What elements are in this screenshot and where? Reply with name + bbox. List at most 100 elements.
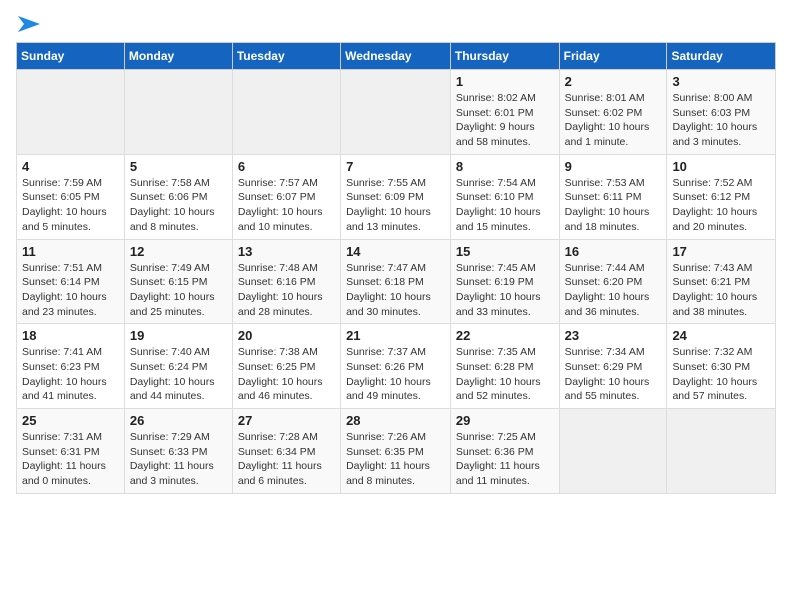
day-number: 8 [456, 159, 554, 174]
calendar-cell: 6 Sunrise: 7:57 AMSunset: 6:07 PMDaylight… [232, 154, 340, 239]
day-info: Sunrise: 8:01 AMSunset: 6:02 PMDaylight:… [565, 91, 662, 150]
column-header-monday: Monday [124, 43, 232, 70]
day-info: Sunrise: 7:59 AMSunset: 6:05 PMDaylight:… [22, 176, 119, 235]
day-info: Sunrise: 7:52 AMSunset: 6:12 PMDaylight:… [672, 176, 770, 235]
logo-arrow-icon [18, 16, 40, 32]
calendar-cell: 29 Sunrise: 7:25 AMSunset: 6:36 PMDayligh… [450, 409, 559, 494]
day-number: 29 [456, 413, 554, 428]
day-number: 1 [456, 74, 554, 89]
day-number: 15 [456, 244, 554, 259]
calendar-cell: 7 Sunrise: 7:55 AMSunset: 6:09 PMDaylight… [341, 154, 451, 239]
day-info: Sunrise: 7:35 AMSunset: 6:28 PMDaylight:… [456, 345, 554, 404]
day-info: Sunrise: 7:37 AMSunset: 6:26 PMDaylight:… [346, 345, 445, 404]
calendar-cell: 5 Sunrise: 7:58 AMSunset: 6:06 PMDaylight… [124, 154, 232, 239]
day-number: 27 [238, 413, 335, 428]
day-info: Sunrise: 7:29 AMSunset: 6:33 PMDaylight:… [130, 430, 227, 489]
calendar-cell: 16 Sunrise: 7:44 AMSunset: 6:20 PMDayligh… [559, 239, 667, 324]
day-info: Sunrise: 8:00 AMSunset: 6:03 PMDaylight:… [672, 91, 770, 150]
calendar-cell: 1 Sunrise: 8:02 AMSunset: 6:01 PMDaylight… [450, 70, 559, 155]
column-header-wednesday: Wednesday [341, 43, 451, 70]
day-number: 21 [346, 328, 445, 343]
calendar-cell [124, 70, 232, 155]
calendar-cell [559, 409, 667, 494]
day-number: 26 [130, 413, 227, 428]
calendar-cell: 13 Sunrise: 7:48 AMSunset: 6:16 PMDayligh… [232, 239, 340, 324]
calendar-cell: 10 Sunrise: 7:52 AMSunset: 6:12 PMDayligh… [667, 154, 776, 239]
calendar-cell: 15 Sunrise: 7:45 AMSunset: 6:19 PMDayligh… [450, 239, 559, 324]
calendar-cell: 9 Sunrise: 7:53 AMSunset: 6:11 PMDaylight… [559, 154, 667, 239]
calendar-week-5: 25 Sunrise: 7:31 AMSunset: 6:31 PMDayligh… [17, 409, 776, 494]
column-header-saturday: Saturday [667, 43, 776, 70]
day-number: 16 [565, 244, 662, 259]
day-info: Sunrise: 7:26 AMSunset: 6:35 PMDaylight:… [346, 430, 445, 489]
calendar-cell: 19 Sunrise: 7:40 AMSunset: 6:24 PMDayligh… [124, 324, 232, 409]
column-header-sunday: Sunday [17, 43, 125, 70]
calendar-cell: 8Sunrise: 7:54 AMSunset: 6:10 PMDaylight… [450, 154, 559, 239]
calendar-cell: 2 Sunrise: 8:01 AMSunset: 6:02 PMDaylight… [559, 70, 667, 155]
calendar-cell: 4 Sunrise: 7:59 AMSunset: 6:05 PMDaylight… [17, 154, 125, 239]
day-number: 25 [22, 413, 119, 428]
calendar-table: SundayMondayTuesdayWednesdayThursdayFrid… [16, 42, 776, 494]
day-number: 3 [672, 74, 770, 89]
header-row: SundayMondayTuesdayWednesdayThursdayFrid… [17, 43, 776, 70]
column-header-thursday: Thursday [450, 43, 559, 70]
day-number: 11 [22, 244, 119, 259]
day-info: Sunrise: 7:45 AMSunset: 6:19 PMDaylight:… [456, 261, 554, 320]
page-header [16, 16, 776, 32]
calendar-body: 1 Sunrise: 8:02 AMSunset: 6:01 PMDaylight… [17, 70, 776, 494]
calendar-week-1: 1 Sunrise: 8:02 AMSunset: 6:01 PMDaylight… [17, 70, 776, 155]
day-info: Sunrise: 7:51 AMSunset: 6:14 PMDaylight:… [22, 261, 119, 320]
calendar-cell [232, 70, 340, 155]
day-number: 19 [130, 328, 227, 343]
calendar-cell: 3 Sunrise: 8:00 AMSunset: 6:03 PMDaylight… [667, 70, 776, 155]
calendar-cell: 26 Sunrise: 7:29 AMSunset: 6:33 PMDayligh… [124, 409, 232, 494]
day-info: Sunrise: 7:32 AMSunset: 6:30 PMDaylight:… [672, 345, 770, 404]
calendar-cell [667, 409, 776, 494]
day-info: Sunrise: 7:57 AMSunset: 6:07 PMDaylight:… [238, 176, 335, 235]
day-info: Sunrise: 7:31 AMSunset: 6:31 PMDaylight:… [22, 430, 119, 489]
day-info: Sunrise: 7:25 AMSunset: 6:36 PMDaylight:… [456, 430, 554, 489]
day-number: 17 [672, 244, 770, 259]
calendar-cell: 14Sunrise: 7:47 AMSunset: 6:18 PMDayligh… [341, 239, 451, 324]
logo [16, 16, 40, 32]
day-number: 10 [672, 159, 770, 174]
day-number: 24 [672, 328, 770, 343]
day-info: Sunrise: 7:53 AMSunset: 6:11 PMDaylight:… [565, 176, 662, 235]
day-number: 12 [130, 244, 227, 259]
day-info: Sunrise: 7:41 AMSunset: 6:23 PMDaylight:… [22, 345, 119, 404]
day-number: 4 [22, 159, 119, 174]
day-info: Sunrise: 7:34 AMSunset: 6:29 PMDaylight:… [565, 345, 662, 404]
day-info: Sunrise: 7:38 AMSunset: 6:25 PMDaylight:… [238, 345, 335, 404]
day-info: Sunrise: 7:58 AMSunset: 6:06 PMDaylight:… [130, 176, 227, 235]
calendar-cell: 24 Sunrise: 7:32 AMSunset: 6:30 PMDayligh… [667, 324, 776, 409]
calendar-cell: 28 Sunrise: 7:26 AMSunset: 6:35 PMDayligh… [341, 409, 451, 494]
day-info: Sunrise: 7:28 AMSunset: 6:34 PMDaylight:… [238, 430, 335, 489]
calendar-week-2: 4 Sunrise: 7:59 AMSunset: 6:05 PMDaylight… [17, 154, 776, 239]
day-info: Sunrise: 7:48 AMSunset: 6:16 PMDaylight:… [238, 261, 335, 320]
calendar-week-3: 11 Sunrise: 7:51 AMSunset: 6:14 PMDayligh… [17, 239, 776, 324]
day-info: Sunrise: 8:02 AMSunset: 6:01 PMDaylight:… [456, 91, 554, 150]
day-info: Sunrise: 7:55 AMSunset: 6:09 PMDaylight:… [346, 176, 445, 235]
column-header-friday: Friday [559, 43, 667, 70]
calendar-cell: 23 Sunrise: 7:34 AMSunset: 6:29 PMDayligh… [559, 324, 667, 409]
day-number: 23 [565, 328, 662, 343]
calendar-cell [341, 70, 451, 155]
day-number: 7 [346, 159, 445, 174]
calendar-cell: 18Sunrise: 7:41 AMSunset: 6:23 PMDayligh… [17, 324, 125, 409]
day-info: Sunrise: 7:49 AMSunset: 6:15 PMDaylight:… [130, 261, 227, 320]
day-info: Sunrise: 7:40 AMSunset: 6:24 PMDaylight:… [130, 345, 227, 404]
day-info: Sunrise: 7:47 AMSunset: 6:18 PMDaylight:… [346, 261, 445, 320]
calendar-cell: 11 Sunrise: 7:51 AMSunset: 6:14 PMDayligh… [17, 239, 125, 324]
day-number: 13 [238, 244, 335, 259]
calendar-cell: 17Sunrise: 7:43 AMSunset: 6:21 PMDayligh… [667, 239, 776, 324]
calendar-header: SundayMondayTuesdayWednesdayThursdayFrid… [17, 43, 776, 70]
day-number: 28 [346, 413, 445, 428]
calendar-cell: 21 Sunrise: 7:37 AMSunset: 6:26 PMDayligh… [341, 324, 451, 409]
day-number: 6 [238, 159, 335, 174]
calendar-week-4: 18Sunrise: 7:41 AMSunset: 6:23 PMDayligh… [17, 324, 776, 409]
day-number: 2 [565, 74, 662, 89]
day-info: Sunrise: 7:44 AMSunset: 6:20 PMDaylight:… [565, 261, 662, 320]
calendar-cell: 25 Sunrise: 7:31 AMSunset: 6:31 PMDayligh… [17, 409, 125, 494]
day-number: 9 [565, 159, 662, 174]
day-number: 5 [130, 159, 227, 174]
